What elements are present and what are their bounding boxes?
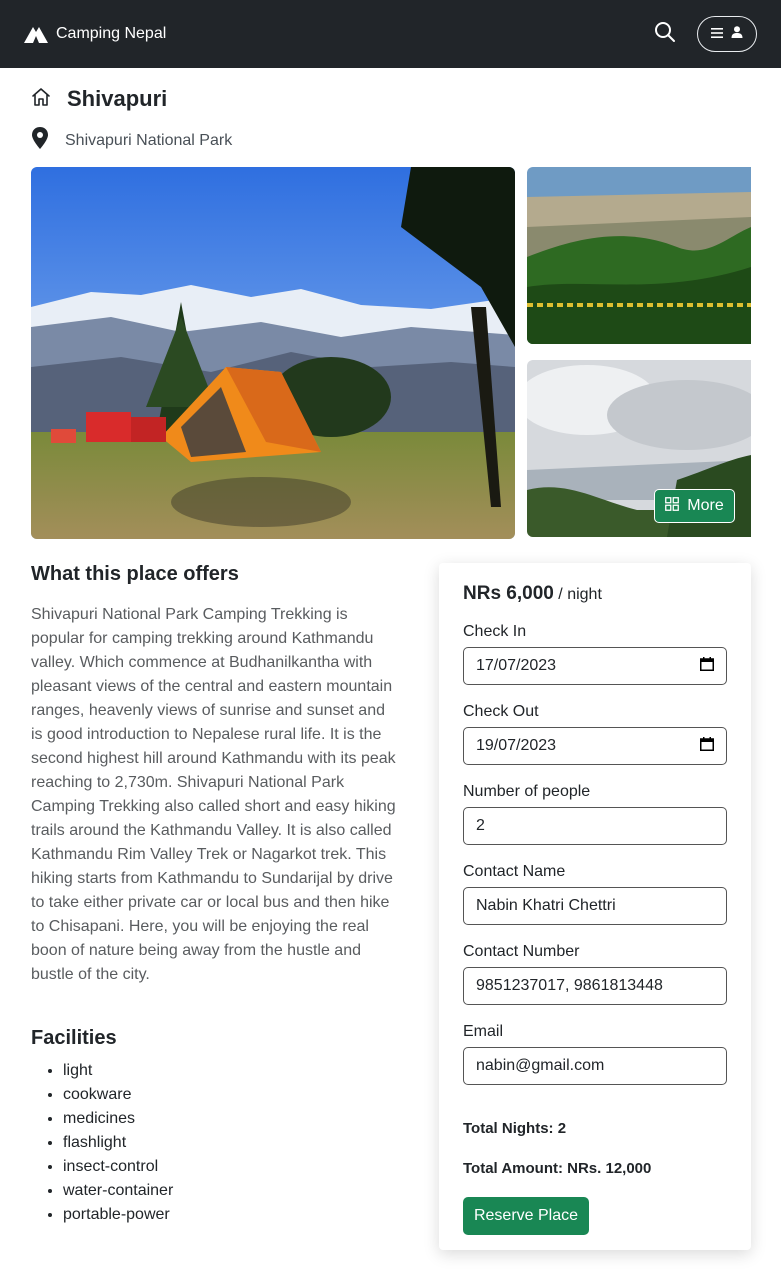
calendar-icon[interactable] bbox=[700, 736, 714, 756]
email-field: Email nabin@gmail.com bbox=[463, 1023, 727, 1085]
hamburger-icon bbox=[711, 25, 723, 43]
facility-item: insect-control bbox=[63, 1155, 173, 1179]
email-label: Email bbox=[463, 1023, 504, 1040]
email-value: nabin@gmail.com bbox=[476, 1057, 605, 1074]
place-description: Shivapuri National Park Camping Trekking… bbox=[31, 606, 396, 983]
people-field: Number of people 2 bbox=[463, 783, 727, 845]
brand-name: Camping Nepal bbox=[56, 25, 167, 42]
calendar-icon[interactable] bbox=[700, 656, 714, 676]
facility-item: medicines bbox=[63, 1107, 173, 1131]
email-input[interactable]: nabin@gmail.com bbox=[463, 1047, 727, 1085]
people-value: 2 bbox=[476, 817, 485, 834]
brand-link[interactable]: Camping Nepal bbox=[24, 25, 166, 43]
price-unit: / night bbox=[558, 586, 602, 603]
more-label: More bbox=[687, 497, 724, 514]
facility-item: portable-power bbox=[63, 1203, 173, 1227]
people-label: Number of people bbox=[463, 783, 591, 800]
check-in-input[interactable]: 17/07/2023 bbox=[463, 647, 727, 685]
page-title: Shivapuri bbox=[67, 86, 168, 111]
main-photo[interactable] bbox=[31, 167, 515, 539]
price-row: NRs 6,000 / night bbox=[463, 583, 727, 605]
check-out-input[interactable]: 19/07/2023 bbox=[463, 727, 727, 765]
more-photos-button[interactable]: More bbox=[654, 489, 735, 523]
user-icon bbox=[731, 25, 743, 43]
tent-logo-icon bbox=[24, 25, 48, 43]
check-in-label: Check In bbox=[463, 623, 527, 640]
facility-item: flashlight bbox=[63, 1131, 173, 1155]
photo-valley[interactable] bbox=[527, 167, 751, 344]
contact-name-field: Contact Name Nabin Khatri Chettri bbox=[463, 863, 727, 925]
contact-number-value: 9851237017, 9861813448 bbox=[476, 977, 663, 994]
check-out-value: 19/07/2023 bbox=[476, 737, 557, 754]
contact-number-field: Contact Number 9851237017, 9861813448 bbox=[463, 943, 727, 1005]
booking-card: NRs 6,000 / night Check In 17/07/2023 Ch… bbox=[439, 563, 751, 1250]
facility-item: cookware bbox=[63, 1083, 173, 1107]
contact-name-label: Contact Name bbox=[463, 863, 566, 880]
navbar: Camping Nepal bbox=[0, 0, 781, 68]
location-row: Shivapuri National Park bbox=[31, 127, 232, 154]
user-menu-button[interactable] bbox=[697, 16, 757, 52]
contact-number-label: Contact Number bbox=[463, 943, 580, 960]
check-in-value: 17/07/2023 bbox=[476, 657, 557, 674]
facilities-heading: Facilities bbox=[31, 1027, 117, 1049]
check-out-label: Check Out bbox=[463, 703, 539, 720]
total-amount: Total Amount: NRs. 12,000 bbox=[463, 1160, 652, 1177]
facilities-list: light cookware medicines flashlight inse… bbox=[63, 1059, 173, 1227]
check-out-field: Check Out 19/07/2023 bbox=[463, 703, 727, 765]
search-icon bbox=[654, 21, 676, 48]
search-button[interactable] bbox=[653, 21, 677, 48]
price-amount: NRs 6,000 bbox=[463, 583, 554, 604]
reserve-button[interactable]: Reserve Place bbox=[463, 1197, 589, 1235]
grid-icon bbox=[665, 496, 680, 516]
offers-heading: What this place offers bbox=[31, 563, 239, 585]
map-pin-icon bbox=[31, 127, 49, 154]
location-name: Shivapuri National Park bbox=[65, 131, 233, 149]
facility-item: water-container bbox=[63, 1179, 173, 1203]
contact-name-value: Nabin Khatri Chettri bbox=[476, 897, 616, 914]
home-icon bbox=[31, 87, 51, 112]
total-nights: Total Nights: 2 bbox=[463, 1120, 567, 1137]
title-row: Shivapuri bbox=[31, 86, 167, 112]
contact-number-input[interactable]: 9851237017, 9861813448 bbox=[463, 967, 727, 1005]
people-input[interactable]: 2 bbox=[463, 807, 727, 845]
check-in-field: Check In 17/07/2023 bbox=[463, 623, 727, 685]
facility-item: light bbox=[63, 1059, 173, 1083]
contact-name-input[interactable]: Nabin Khatri Chettri bbox=[463, 887, 727, 925]
